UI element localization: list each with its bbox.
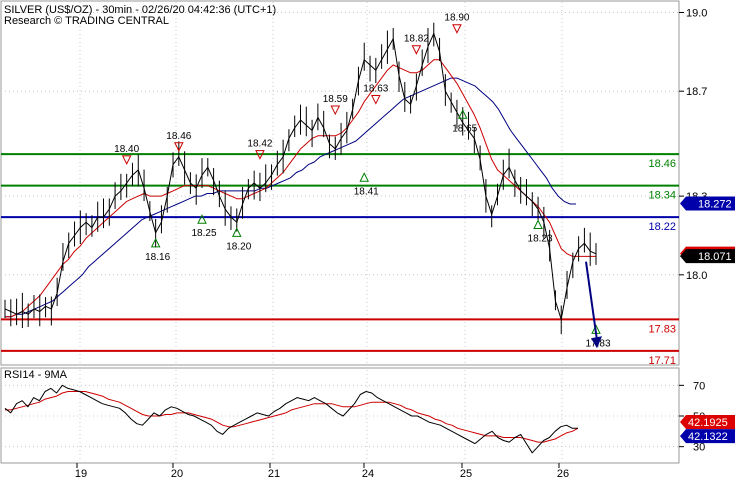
pivot-low-label-8: 18.25: [191, 228, 216, 239]
x-tick-label-4: 25: [460, 468, 472, 480]
rsi-badge-label: 42.1322: [688, 431, 728, 443]
level-label-resistance_1: 18.34: [648, 190, 676, 202]
pivot-high-label-6: 18.90: [444, 13, 469, 24]
y-tick-label-0: 19.0: [686, 7, 707, 19]
rsi-badge-rsi: 42.1322: [680, 429, 735, 444]
level-label-pivot: 18.22: [648, 221, 676, 233]
price-badge-ma_slow: 18.272: [680, 196, 735, 211]
pivot-high-label-1: 18.46: [166, 131, 191, 142]
pivot-low-label-9: 18.20: [226, 241, 251, 252]
pivot-low-label-10: 18.41: [354, 186, 379, 197]
research-credit: Research © TRADING CENTRAL: [4, 15, 169, 27]
pivot-high-label-5: 18.82: [404, 34, 429, 45]
level-label-resistance_2: 18.46: [648, 158, 676, 170]
rsi-title: RSI14 - 9MA: [4, 369, 68, 381]
x-tick-label-0: 19: [75, 468, 87, 480]
rsi-badge-label: 42.1925: [688, 417, 728, 429]
pivot-high-label-3: 18.59: [323, 94, 348, 105]
x-tick-label-1: 20: [171, 468, 183, 480]
chart-canvas: 18.46 18.34 18.22 17.83 17.71 18.40 18.46 18.4…: [0, 0, 735, 480]
x-tick-label-2: 21: [268, 468, 280, 480]
x-tick-label-3: 24: [362, 468, 374, 480]
pivot-low-label-11: 18.65: [452, 123, 477, 134]
price-badge-label: 18.272: [698, 198, 732, 210]
pivot-low-label-12: 18.23: [528, 233, 553, 244]
price-badge-price: 18.071: [680, 249, 735, 264]
pivot-high-label-0: 18.40: [114, 144, 139, 155]
level-label-support_1: 17.83: [648, 323, 676, 335]
pivot-high-label-2: 18.42: [247, 139, 272, 150]
y-tick-label-1: 18.7: [686, 86, 707, 98]
price-badge-label: 18.071: [698, 251, 732, 263]
x-tick-label-5: 26: [557, 468, 569, 480]
rsi-tick-label-2: 30: [693, 442, 705, 454]
pivot-high-label-4: 18.63: [363, 84, 388, 95]
y-tick-label-3: 18.0: [686, 270, 707, 282]
rsi-tick-label-0: 70: [693, 380, 705, 392]
rsi-badge-rsi_ma: 42.1925: [680, 414, 735, 429]
pivot-low-label-7: 18.16: [145, 252, 170, 263]
level-label-support_2: 17.71: [648, 355, 676, 367]
